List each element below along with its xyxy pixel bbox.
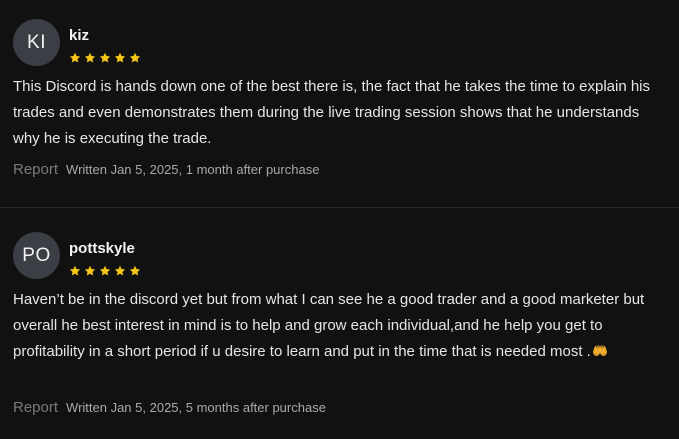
star-icon [129, 265, 141, 276]
star-icon [69, 52, 81, 63]
star-icon [84, 265, 96, 276]
review-text-content: Haven’t be in the discord yet but from w… [13, 291, 645, 360]
review-footer: Report Written Jan 5, 2025, 5 months aft… [13, 399, 326, 416]
star-rating [69, 265, 141, 277]
avatar-initials: PO [22, 244, 51, 266]
review-card: PO pottskyle Haven’t be in the discord y… [0, 208, 679, 439]
avatar: KI [13, 19, 60, 66]
review-text: This Discord is hands down one of the be… [13, 78, 651, 147]
written-date: Written Jan 5, 2025, 1 month after purch… [66, 162, 320, 177]
star-icon [114, 52, 126, 63]
written-date: Written Jan 5, 2025, 5 months after purc… [66, 400, 326, 415]
raising-hands-icon [592, 345, 607, 356]
star-rating [69, 52, 141, 64]
star-icon [129, 52, 141, 63]
star-icon [99, 52, 111, 63]
report-link[interactable]: Report [13, 161, 58, 178]
star-icon [99, 265, 111, 276]
report-link[interactable]: Report [13, 399, 58, 416]
reviewer-name: kiz [69, 27, 90, 44]
star-icon [114, 265, 126, 276]
star-icon [84, 52, 96, 63]
star-icon [69, 265, 81, 276]
review-card: KI kiz This Discord is hands down one of… [0, 0, 679, 207]
reviewer-name: pottskyle [69, 240, 135, 257]
avatar: PO [13, 232, 60, 279]
review-footer: Report Written Jan 5, 2025, 1 month afte… [13, 161, 319, 178]
avatar-initials: KI [27, 31, 46, 53]
review-text: Haven’t be in the discord yet but from w… [13, 287, 663, 365]
